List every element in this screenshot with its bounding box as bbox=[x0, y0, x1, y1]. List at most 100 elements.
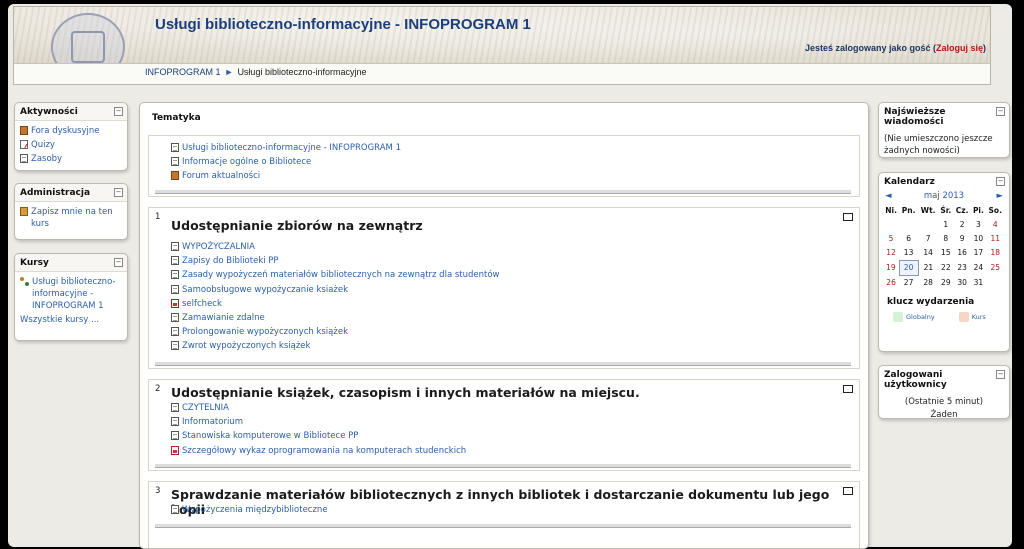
resource-icon bbox=[171, 284, 179, 294]
intro-item[interactable]: Informacje ogólne o Bibliotece bbox=[171, 156, 401, 168]
section-item[interactable]: Zwrot wypożyczonych książek bbox=[171, 340, 500, 352]
calendar-day[interactable]: 2 bbox=[953, 218, 971, 232]
collapse-icon[interactable]: − bbox=[996, 370, 1005, 379]
event-key-course[interactable]: Kurs bbox=[958, 312, 986, 322]
calendar-empty-cell bbox=[883, 218, 899, 232]
calendar-day[interactable]: 23 bbox=[953, 261, 971, 276]
section-item[interactable]: selfcheck bbox=[171, 298, 500, 310]
section-item[interactable]: Samoobsługowe wypożyczanie ksiażek bbox=[171, 284, 500, 296]
activity-resources[interactable]: Zasoby bbox=[20, 153, 122, 165]
collapse-icon[interactable]: − bbox=[996, 107, 1005, 116]
section-item[interactable]: CZYTELNIA bbox=[171, 402, 466, 414]
calendar-day[interactable]: 24 bbox=[971, 261, 986, 276]
calendar-day[interactable]: 19 bbox=[883, 261, 899, 276]
course-icon bbox=[20, 277, 29, 286]
section-item[interactable]: Prolongowanie wypożyczonych książek bbox=[171, 326, 500, 338]
section-0: Usługi biblioteczno-informacyjne - INFOP… bbox=[148, 135, 860, 197]
section-highlight-toggle-icon[interactable] bbox=[843, 213, 853, 221]
section-number: 3 bbox=[155, 486, 161, 496]
section-3: 3 Sprawdzanie materiałów bibliotecznych … bbox=[148, 481, 860, 548]
calendar-day[interactable]: 20 bbox=[898, 260, 919, 276]
resource-icon bbox=[171, 256, 179, 266]
calendar-day[interactable]: 22 bbox=[938, 261, 953, 276]
calendar-day[interactable]: 11 bbox=[986, 232, 1005, 246]
collapse-icon[interactable]: − bbox=[996, 177, 1005, 186]
forum-icon bbox=[171, 171, 179, 181]
calendar-day[interactable]: 14 bbox=[918, 246, 938, 261]
section-item[interactable]: Zapisy do Biblioteki PP bbox=[171, 255, 500, 267]
all-courses-link[interactable]: Wszystkie kursy ... bbox=[20, 315, 122, 325]
pdf-icon bbox=[171, 445, 179, 455]
section-title: Udostępnianie zbiorów na zewnątrz bbox=[171, 218, 423, 233]
activities-block: Aktywności − Fora dyskusyjne Quizy Zasob… bbox=[14, 102, 128, 171]
weekday-header: Pn. bbox=[901, 206, 916, 215]
calendar-day[interactable]: 9 bbox=[953, 232, 971, 246]
calendar-empty-cell bbox=[899, 218, 918, 232]
calendar-title: Kalendarz bbox=[884, 177, 935, 187]
resource-icon bbox=[171, 403, 179, 412]
login-link[interactable]: Zaloguj się bbox=[936, 43, 983, 53]
calendar-day[interactable]: 21 bbox=[918, 261, 938, 276]
activity-forums[interactable]: Fora dyskusyjne bbox=[20, 125, 122, 137]
site-header: Usługi biblioteczno-informacyjne - INFOP… bbox=[13, 6, 991, 85]
calendar-prev-icon[interactable]: ◄ bbox=[885, 191, 892, 201]
calendar-day[interactable]: 16 bbox=[953, 246, 971, 261]
section-item[interactable]: Stanowiska komputerowe w Bibliotece PP bbox=[171, 430, 466, 442]
enrol-icon bbox=[20, 207, 28, 216]
course-link[interactable]: Usługi biblioteczno-informacyjne - INFOP… bbox=[20, 276, 122, 312]
calendar-day[interactable]: 27 bbox=[899, 276, 918, 291]
online-users-block: Zalogowani użytkownicy − (Ostatnie 5 min… bbox=[878, 365, 1010, 420]
calendar-day[interactable]: 10 bbox=[971, 232, 986, 246]
event-key-global[interactable]: Globalny bbox=[893, 312, 935, 322]
calendar-day[interactable]: 29 bbox=[938, 276, 953, 291]
calendar-day[interactable]: 13 bbox=[899, 246, 918, 261]
calendar-day[interactable]: 4 bbox=[986, 218, 1005, 232]
section-divider bbox=[155, 362, 851, 366]
calendar-day[interactable]: 6 bbox=[899, 232, 918, 246]
calendar-day[interactable]: 8 bbox=[938, 232, 953, 246]
calendar-day[interactable]: 31 bbox=[971, 276, 986, 291]
breadcrumb: INFOPROGRAM 1 ► Usługi biblioteczno-inform… bbox=[145, 67, 367, 77]
section-item[interactable]: Informatorium bbox=[171, 416, 466, 428]
calendar-day[interactable]: 1 bbox=[938, 218, 953, 232]
calendar-block: Kalendarz − ◄ maj 2013 ► Ni. Pn. Wt. Śr. Cz.… bbox=[878, 172, 1010, 352]
calendar-next-icon[interactable]: ► bbox=[996, 191, 1003, 201]
collapse-icon[interactable]: − bbox=[114, 188, 123, 197]
breadcrumb-home[interactable]: INFOPROGRAM 1 bbox=[145, 67, 221, 77]
activity-quizzes[interactable]: Quizy bbox=[20, 139, 122, 151]
calendar-day[interactable]: 26 bbox=[883, 276, 899, 291]
news-empty-text: (Nie umieszczono jeszcze żadnych nowości… bbox=[884, 134, 993, 156]
calendar-day[interactable]: 5 bbox=[883, 232, 899, 246]
section-item[interactable]: Szczegółowy wykaz oprogramowania na komp… bbox=[171, 445, 466, 457]
calendar-day[interactable]: 25 bbox=[986, 261, 1005, 276]
section-highlight-toggle-icon[interactable] bbox=[843, 385, 853, 393]
calendar-day[interactable]: 12 bbox=[883, 246, 899, 261]
calendar-day[interactable]: 7 bbox=[918, 232, 938, 246]
calendar-day[interactable]: 30 bbox=[953, 276, 971, 291]
event-key-title: klucz wydarzenia bbox=[887, 297, 975, 307]
online-period: (Ostatnie 5 minut) bbox=[904, 397, 984, 407]
section-item[interactable]: WYPOŻYCZALNIA bbox=[171, 241, 500, 253]
calendar-day[interactable]: 17 bbox=[971, 246, 986, 261]
section-item[interactable]: Wypożyczenia międzybiblioteczne bbox=[171, 504, 328, 516]
breadcrumb-separator-icon: ► bbox=[224, 67, 234, 77]
intro-item[interactable]: Usługi biblioteczno-informacyjne - INFOP… bbox=[171, 142, 401, 154]
section-number: 2 bbox=[155, 384, 161, 394]
section-item[interactable]: Zasady wypożyczeń materiałów biblioteczn… bbox=[171, 269, 500, 281]
weekday-header: Ni. bbox=[885, 206, 897, 215]
section-divider bbox=[155, 190, 851, 194]
calendar-day[interactable]: 15 bbox=[938, 246, 953, 261]
event-key: Globalny Kurs bbox=[893, 312, 1005, 322]
calendar-month[interactable]: maj 2013 bbox=[924, 191, 964, 201]
calendar-day[interactable]: 18 bbox=[986, 246, 1005, 261]
pdf-icon bbox=[171, 298, 179, 308]
calendar-day[interactable]: 3 bbox=[971, 218, 986, 232]
section-item[interactable]: Zamawianie zdalne bbox=[171, 312, 500, 324]
section-highlight-toggle-icon[interactable] bbox=[843, 487, 853, 495]
calendar-day[interactable]: 28 bbox=[918, 276, 938, 291]
collapse-icon[interactable]: − bbox=[114, 107, 123, 116]
resource-icon bbox=[171, 431, 179, 441]
enrol-link[interactable]: Zapisz mnie na ten kurs bbox=[20, 206, 122, 230]
intro-item[interactable]: Forum aktualności bbox=[171, 170, 401, 182]
collapse-icon[interactable]: − bbox=[114, 258, 123, 267]
